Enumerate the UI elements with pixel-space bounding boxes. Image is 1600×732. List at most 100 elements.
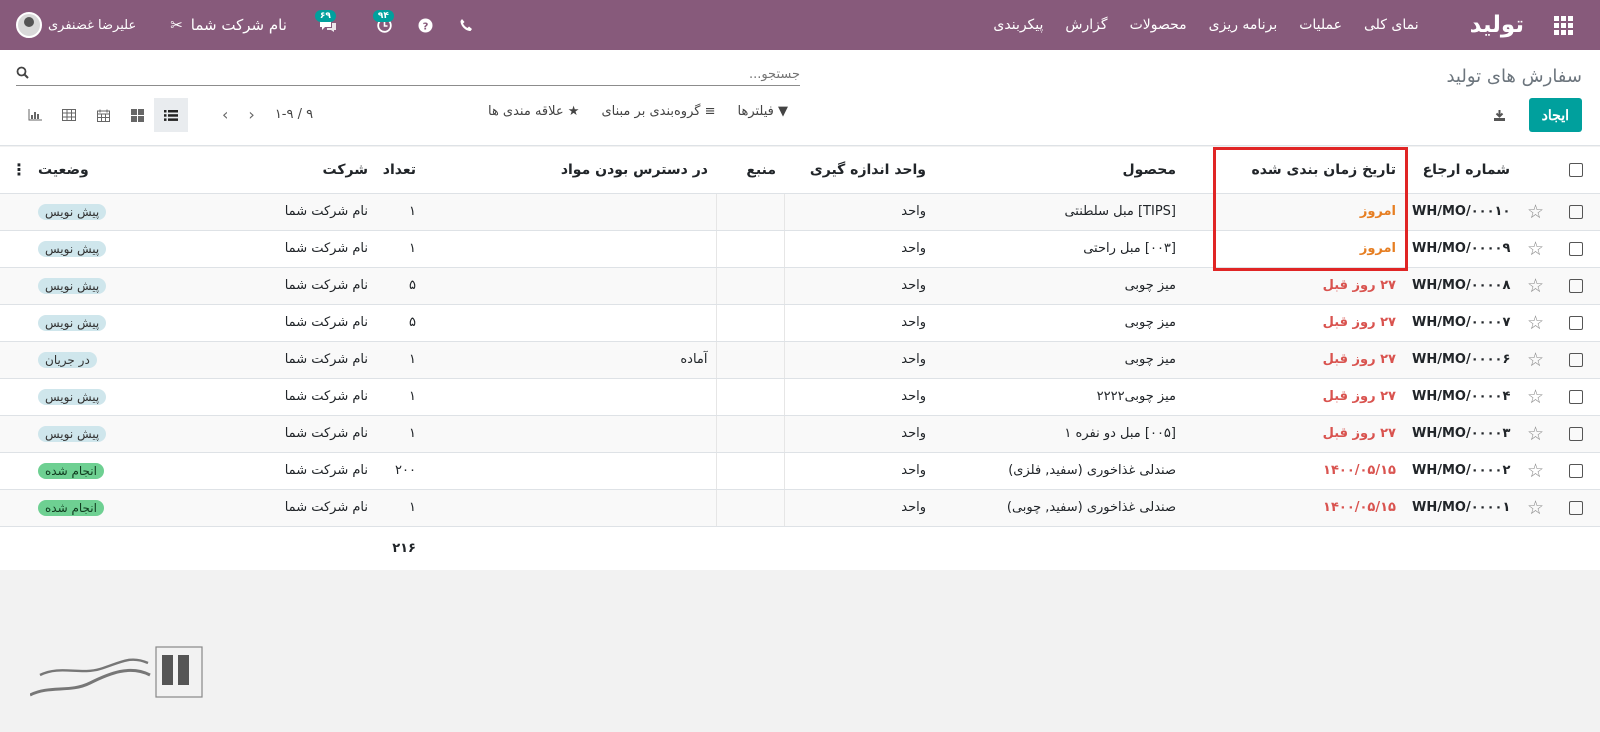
favorite-star-icon[interactable]: ☆ <box>1518 415 1552 453</box>
pager-previous-icon[interactable]: ‹ <box>222 105 228 124</box>
list-lines-icon: ≡ <box>704 104 716 119</box>
main-menu: نمای کلی عملیات برنامه ریزی محصولات گزار… <box>982 17 1429 33</box>
menu-item-overview[interactable]: نمای کلی <box>1353 17 1430 33</box>
optional-columns-toggle[interactable]: ⋮ <box>0 147 38 194</box>
cell-spacer <box>0 341 38 379</box>
cell-availability <box>424 267 716 305</box>
table-row[interactable]: ☆ WH/MO/۰۰۰۰۴ ۲۷ روز قبل میز چوبی۲۲۲۲ واحد ۱ ن… <box>0 378 1600 416</box>
search-input[interactable] <box>100 67 800 82</box>
cell-reference: WH/MO/۰۰۰۰۳ <box>1404 415 1518 453</box>
header-state[interactable]: وضعیت <box>38 147 238 194</box>
cell-source <box>715 230 785 268</box>
cell-reference: WH/MO/۰۰۰۰۱ <box>1404 489 1518 527</box>
scissors-icon: ✂ <box>170 16 183 34</box>
download-icon <box>1493 109 1505 121</box>
row-checkbox[interactable] <box>1552 230 1600 268</box>
table-row[interactable]: ☆ WH/MO/۰۰۰۰۲ ۱۴۰۰/۰۵/۱۵ صندلی غذاخوری (سفی… <box>0 452 1600 490</box>
apps-menu-icon[interactable] <box>1538 0 1588 50</box>
header-reference[interactable]: شماره ارجاع <box>1404 147 1518 194</box>
row-checkbox[interactable] <box>1552 193 1600 231</box>
menu-item-products[interactable]: محصولات <box>1119 17 1198 33</box>
favorite-star-icon[interactable]: ☆ <box>1518 304 1552 342</box>
messages-badge: ۶۹ <box>314 9 336 22</box>
header-source[interactable]: منبع <box>716 147 784 194</box>
menu-item-planning[interactable]: برنامه ریزی <box>1198 17 1289 33</box>
cell-state: پیش نویس <box>38 378 238 416</box>
row-checkbox[interactable] <box>1552 489 1600 527</box>
cell-spacer <box>0 304 38 342</box>
pivot-view-icon[interactable] <box>52 98 86 132</box>
table-row[interactable]: ☆ WH/MO/۰۰۰۱۰ امروز [TIPS] مبل سلطنتی واحد ۱ ن… <box>0 193 1600 231</box>
search-icon[interactable] <box>16 66 29 83</box>
cell-spacer <box>0 489 38 527</box>
select-all-checkbox[interactable] <box>1552 147 1600 194</box>
row-checkbox[interactable] <box>1552 378 1600 416</box>
cell-uom: واحد <box>784 452 934 490</box>
table-row[interactable]: ☆ WH/MO/۰۰۰۰۹ امروز [۰۰۳] مبل راحتی واحد ۱ نام… <box>0 230 1600 268</box>
cell-company: نام شرکت شما <box>238 415 376 453</box>
cell-product: میز چوبی <box>934 267 1184 305</box>
status-badge: انجام شده <box>38 462 104 479</box>
cell-availability <box>424 489 716 527</box>
row-checkbox[interactable] <box>1552 415 1600 453</box>
filters-dropdown[interactable]: ▼ فیلترها <box>738 104 789 119</box>
pager-next-icon[interactable]: › <box>248 105 254 124</box>
cell-state: در جریان <box>38 341 238 379</box>
groupby-dropdown[interactable]: ≡ گروه‌بندی بر مبنای <box>601 104 715 119</box>
row-checkbox[interactable] <box>1552 267 1600 305</box>
cell-source <box>715 341 785 379</box>
favorite-star-icon[interactable]: ☆ <box>1518 452 1552 490</box>
table-row[interactable]: ☆ WH/MO/۰۰۰۰۳ ۲۷ روز قبل [۰۰۵] مبل دو نفره … <box>0 415 1600 453</box>
header-product[interactable]: محصول <box>934 147 1184 194</box>
row-checkbox[interactable] <box>1552 304 1600 342</box>
cell-reference: WH/MO/۰۰۰۰۶ <box>1404 341 1518 379</box>
table-row[interactable]: ☆ WH/MO/۰۰۰۰۶ ۲۷ روز قبل میز چوبی واحد آماده ۱… <box>0 341 1600 379</box>
phone-button[interactable] <box>459 18 473 32</box>
graph-view-icon[interactable] <box>18 98 52 132</box>
company-switcher[interactable]: ✂ نام شرکت شما <box>160 16 287 34</box>
cell-scheduled-date: ۲۷ روز قبل <box>1184 378 1404 416</box>
activities-button[interactable]: ۹۴ <box>372 9 394 33</box>
cell-reference: WH/MO/۰۰۰۰۷ <box>1404 304 1518 342</box>
header-uom[interactable]: واحد اندازه گیری <box>784 147 934 194</box>
cell-reference: WH/MO/۰۰۰۰۹ <box>1404 230 1518 268</box>
create-button[interactable]: ایجاد <box>1528 98 1582 132</box>
help-button[interactable]: ? <box>418 18 433 33</box>
cell-scheduled-date: امروز <box>1184 230 1404 268</box>
header-availability[interactable]: در دسترس بودن مواد <box>424 147 716 194</box>
menu-item-reporting[interactable]: گزارش <box>1054 17 1118 33</box>
header-quantity[interactable]: تعداد <box>376 147 424 194</box>
favorite-star-icon[interactable]: ☆ <box>1518 230 1552 268</box>
table-row[interactable]: ☆ WH/MO/۰۰۰۰۸ ۲۷ روز قبل میز چوبی واحد ۵ نام ش… <box>0 267 1600 305</box>
header-scheduled-date[interactable]: تاریخ زمان بندی شده <box>1184 147 1404 194</box>
cell-reference: WH/MO/۰۰۰۰۲ <box>1404 452 1518 490</box>
table-row[interactable]: ☆ WH/MO/۰۰۰۰۷ ۲۷ روز قبل میز چوبی واحد ۵ نام ش… <box>0 304 1600 342</box>
header-company[interactable]: شرکت <box>238 147 376 194</box>
user-menu[interactable]: علیرضا غضنفری <box>16 12 136 38</box>
cell-reference: WH/MO/۰۰۰۰۴ <box>1404 378 1518 416</box>
pager-value[interactable]: ۱-۹ / ۹ <box>275 107 313 122</box>
list-view-icon[interactable] <box>154 98 188 132</box>
cell-state: انجام شده <box>38 489 238 527</box>
favorite-star-icon[interactable]: ☆ <box>1518 378 1552 416</box>
row-checkbox[interactable] <box>1552 341 1600 379</box>
menu-item-configuration[interactable]: پیکربندی <box>982 17 1054 33</box>
favorites-dropdown[interactable]: ★ علاقه مندی ها <box>488 104 579 119</box>
cell-uom: واحد <box>784 415 934 453</box>
favorite-star-icon[interactable]: ☆ <box>1518 193 1552 231</box>
download-button[interactable] <box>1486 102 1512 128</box>
messages-button[interactable]: ۶۹ <box>314 9 337 33</box>
menu-item-operations[interactable]: عملیات <box>1288 17 1353 33</box>
favorite-star-icon[interactable]: ☆ <box>1518 489 1552 527</box>
row-checkbox[interactable] <box>1552 452 1600 490</box>
cell-scheduled-date: ۱۴۰۰/۰۵/۱۵ <box>1184 452 1404 490</box>
cell-source <box>715 415 785 453</box>
app-brand[interactable]: تولید <box>1470 12 1524 38</box>
favorite-star-icon[interactable]: ☆ <box>1518 341 1552 379</box>
calendar-view-icon[interactable] <box>86 98 120 132</box>
favorite-star-icon[interactable]: ☆ <box>1518 267 1552 305</box>
table-row[interactable]: ☆ WH/MO/۰۰۰۰۱ ۱۴۰۰/۰۵/۱۵ صندلی غذاخوری (سفی… <box>0 489 1600 527</box>
cell-scheduled-date: ۲۷ روز قبل <box>1184 267 1404 305</box>
cell-uom: واحد <box>784 267 934 305</box>
kanban-view-icon[interactable] <box>120 98 154 132</box>
